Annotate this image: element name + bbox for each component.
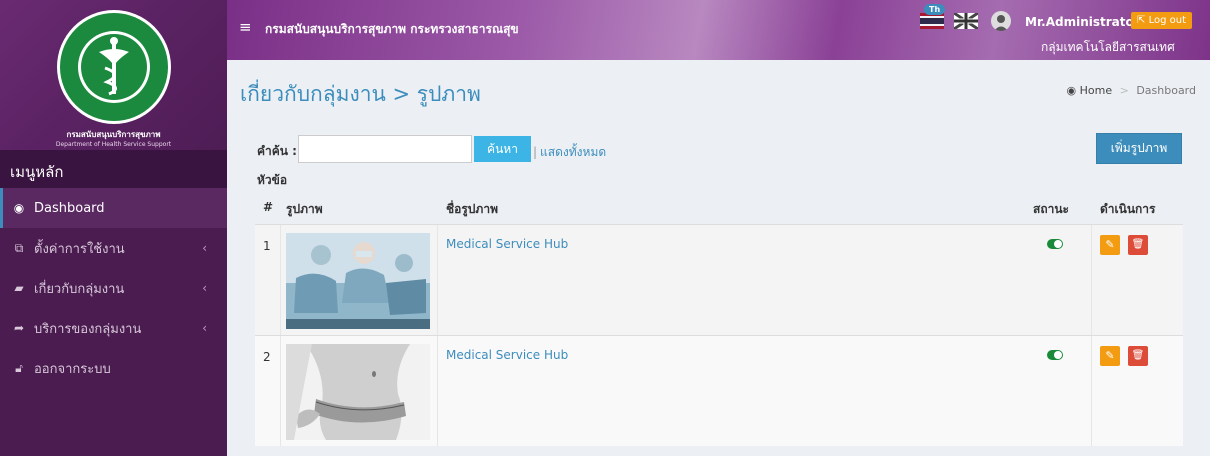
chevron-left-icon: ‹ <box>202 321 207 335</box>
edit-button[interactable]: ✎ <box>1100 235 1120 255</box>
show-all-label: แสดงทั้งหมด <box>540 145 607 159</box>
table-header: # รูปภาพ ชื่อรูปภาพ สถานะ ดำเนินการ <box>255 188 1183 224</box>
sidebar: กรมสนับสนุนบริการสุขภาพ Department of He… <box>0 0 227 456</box>
logout-icon: ⇱ <box>1137 15 1146 26</box>
hamburger-menu-icon[interactable]: ≡ <box>239 18 252 36</box>
waist-measure-thumbnail-image[interactable] <box>286 344 430 440</box>
breadcrumb-home[interactable]: Home <box>1080 84 1112 97</box>
image-name-link[interactable]: Medical Service Hub <box>446 237 568 251</box>
add-image-button[interactable]: เพิ่มรูปภาพ <box>1096 133 1182 164</box>
search-input[interactable] <box>298 135 472 163</box>
dashboard-icon: ◉ <box>1066 84 1077 97</box>
settings-copy-icon: ⧉ <box>14 240 24 255</box>
sidebar-item-settings[interactable]: ⧉ ตั้งค่าการใช้งาน ‹ <box>0 228 227 268</box>
chevron-left-icon: ‹ <box>202 241 207 255</box>
logout-label: Log out <box>1148 15 1186 26</box>
edit-button[interactable]: ✎ <box>1100 346 1120 366</box>
search-button[interactable]: ค้นหา <box>474 136 531 162</box>
delete-button[interactable]: 🗑︎ <box>1128 346 1148 366</box>
status-toggle[interactable] <box>1047 350 1063 360</box>
sidebar-item-label: บริการของกลุ่มงาน <box>34 321 142 337</box>
col-header-image: รูปภาพ <box>286 202 323 216</box>
user-name[interactable]: Mr.Administrator <box>1025 15 1140 29</box>
row-number: 2 <box>263 350 271 364</box>
search-label: คำค้น : <box>257 144 297 158</box>
thai-flag-icon[interactable] <box>920 13 944 29</box>
sidebar-item-label: เกี่ยวกับกลุ่มงาน <box>34 281 125 297</box>
breadcrumb-current: Dashboard <box>1136 84 1196 97</box>
delete-button[interactable]: 🗑︎ <box>1128 235 1148 255</box>
row-number: 1 <box>263 239 271 253</box>
org-name-english: Department of Health Service Support <box>55 141 172 148</box>
sidebar-item-about-group[interactable]: ▰ เกี่ยวกับกลุ่มงาน ‹ <box>0 268 227 308</box>
image-name-link[interactable]: Medical Service Hub <box>446 348 568 362</box>
sidebar-item-label: ตั้งค่าการใช้งาน <box>34 241 125 257</box>
surgery-thumbnail-image[interactable] <box>286 233 430 329</box>
page-title: เกี่ยวกับกลุ่มงาน > รูปภาพ <box>240 82 481 106</box>
sidebar-item-logout[interactable]: 🔓︎ ออกจากระบบ <box>0 348 227 388</box>
top-navbar: ≡ กรมสนับสนุนบริการสุขภาพ กระทรวงสาธารณส… <box>227 0 1210 60</box>
col-header-num: # <box>263 200 274 214</box>
breadcrumb: ◉ Home > Dashboard <box>1067 84 1197 97</box>
images-table: # รูปภาพ ชื่อรูปภาพ สถานะ ดำเนินการ 1 Me… <box>255 188 1183 446</box>
pencil-icon: ✎ <box>1105 238 1115 251</box>
logo-area: กรมสนับสนุนบริการสุขภาพ Department of He… <box>0 0 227 150</box>
main-content: เกี่ยวกับกลุ่มงาน > รูปภาพ ◉ Home > Dash… <box>227 60 1210 456</box>
col-header-name: ชื่อรูปภาพ <box>446 202 498 216</box>
avatar[interactable] <box>991 11 1011 31</box>
trash-icon: 🗑︎ <box>1131 350 1145 361</box>
status-toggle[interactable] <box>1047 239 1063 249</box>
menu-header: เมนูหลัก <box>0 150 227 188</box>
sidebar-item-label: Dashboard <box>34 200 105 216</box>
uk-flag-icon[interactable] <box>954 13 978 29</box>
breadcrumb-separator: > <box>1119 84 1129 97</box>
top-title: กรมสนับสนุนบริการสุขภาพ กระทรวงสาธารณสุข <box>265 22 519 36</box>
org-name-thai: กรมสนับสนุนบริการสุขภาพ <box>66 130 161 139</box>
ministry-seal-logo <box>56 10 171 124</box>
chevron-left-icon: ‹ <box>202 281 207 295</box>
sidebar-item-dashboard[interactable]: ◉ Dashboard <box>0 188 227 228</box>
language-badge: Th <box>924 4 946 15</box>
trash-icon: 🗑︎ <box>1131 239 1145 250</box>
col-header-status: สถานะ <box>1033 202 1069 216</box>
show-all-link[interactable]: | แสดงทั้งหมด <box>533 143 606 162</box>
share-arrow-icon: ➦ <box>13 321 25 335</box>
department-name: กลุ่มเทคโนโลยีสารสนเทศ <box>1041 40 1175 54</box>
sidebar-item-services[interactable]: ➦ บริการของกลุ่มงาน ‹ <box>0 308 227 348</box>
book-icon: ▰ <box>14 281 24 295</box>
logout-button[interactable]: ⇱ Log out <box>1131 12 1192 29</box>
pencil-icon: ✎ <box>1105 349 1115 362</box>
col-header-action: ดำเนินการ <box>1100 202 1156 216</box>
table-row: 2 Medical Service Hub ✎ 🗑︎ <box>255 335 1183 446</box>
sidebar-item-label: ออกจากระบบ <box>34 361 111 377</box>
unlock-icon: 🔓︎ <box>15 360 23 375</box>
table-row: 1 Medical Service Hub ✎ 🗑︎ <box>255 224 1183 335</box>
dashboard-icon: ◉ <box>13 201 25 215</box>
